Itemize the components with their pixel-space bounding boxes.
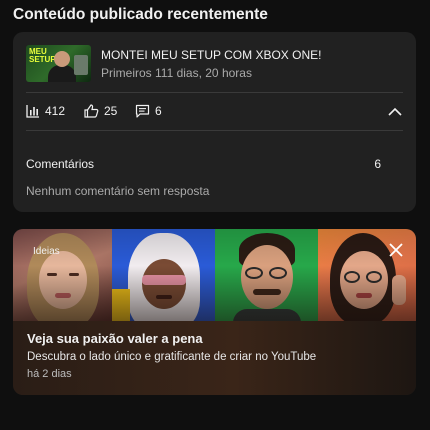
video-title[interactable]: MONTEI MEU SETUP COM XBOX ONE! bbox=[101, 48, 321, 62]
close-icon bbox=[389, 243, 403, 257]
thumbnail-console bbox=[74, 55, 88, 75]
comments-stat: 6 bbox=[135, 104, 162, 118]
video-thumbnail[interactable]: MEU SETUP bbox=[26, 45, 91, 82]
ideas-tag: Ideias bbox=[33, 246, 60, 257]
chevron-up-icon bbox=[388, 107, 402, 116]
divider bbox=[26, 92, 403, 93]
comments-label[interactable]: Comentários bbox=[26, 157, 94, 171]
recent-content-card: MEU SETUP MONTEI MEU SETUP COM XBOX ONE!… bbox=[13, 32, 416, 212]
video-subtitle: Primeiros 111 dias, 20 horas bbox=[101, 66, 252, 80]
views-count: 412 bbox=[45, 104, 66, 118]
promo-text-area: Veja sua paixão valer a pena Descubra o … bbox=[13, 321, 416, 395]
section-title: Conteúdo publicado recentemente bbox=[13, 6, 268, 23]
promo-banner bbox=[13, 229, 416, 321]
close-button[interactable] bbox=[386, 240, 406, 260]
promo-description: Descubra o lado único e gratificante de … bbox=[27, 351, 317, 363]
likes-count: 25 bbox=[104, 104, 118, 118]
comments-count: 6 bbox=[155, 104, 162, 118]
comments-total: 6 bbox=[374, 157, 381, 171]
views-stat: 412 bbox=[26, 104, 65, 118]
comment-icon bbox=[135, 104, 150, 118]
promo-timestamp: há 2 dias bbox=[27, 368, 72, 380]
likes-stat: 25 bbox=[84, 104, 117, 118]
thumbnail-person-face bbox=[54, 51, 70, 67]
bar-chart-icon bbox=[26, 105, 39, 118]
divider bbox=[26, 130, 403, 131]
no-unanswered-comments: Nenhum comentário sem resposta bbox=[26, 184, 210, 198]
thumbs-up-icon bbox=[84, 104, 99, 118]
collapse-button[interactable] bbox=[385, 102, 405, 122]
thumbnail-person-body bbox=[48, 65, 76, 82]
banner-shade bbox=[13, 229, 416, 321]
promo-title: Veja sua paixão valer a pena bbox=[27, 331, 203, 346]
ideas-promo-card[interactable]: Ideias Veja sua paixão valer a pena Desc… bbox=[13, 229, 416, 395]
